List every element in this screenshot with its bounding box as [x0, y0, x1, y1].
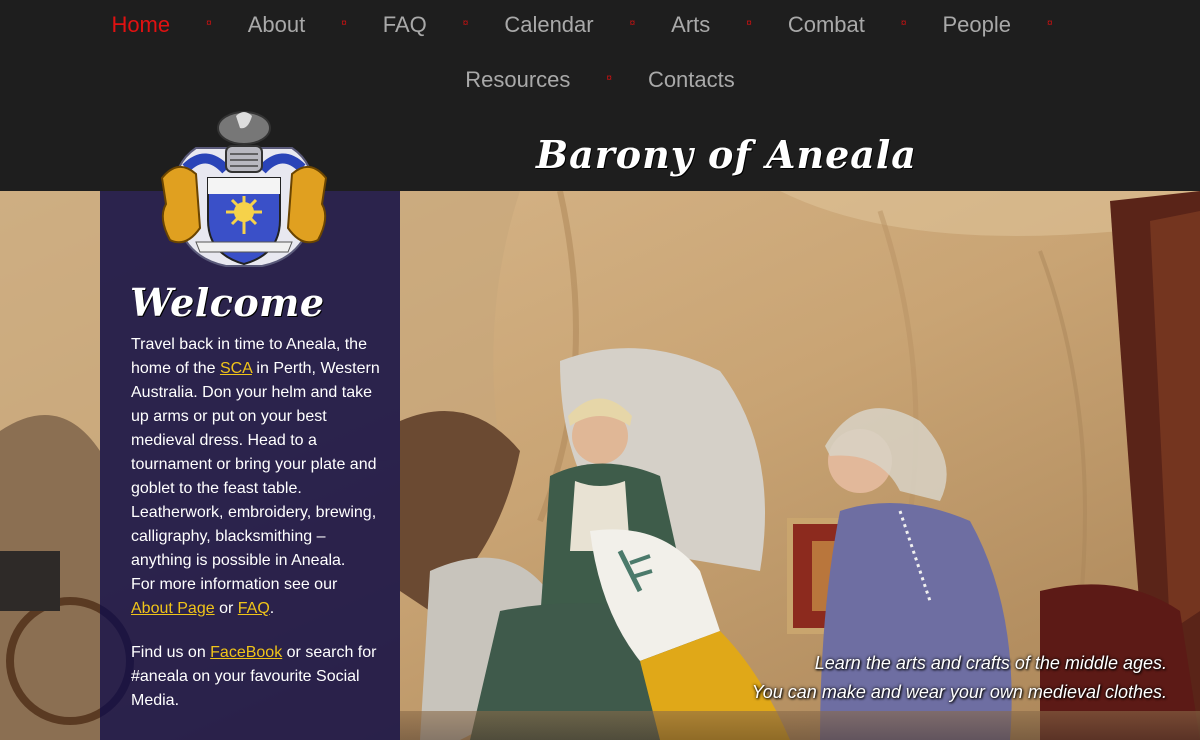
main-nav-row-1: Home ¤ About ¤ FAQ ¤ Calendar ¤ Arts ¤ C… [0, 8, 1200, 42]
main-nav-row-2: Resources ¤ Contacts [0, 63, 1200, 97]
welcome-paragraph-2: For more information see our About Page … [131, 573, 381, 621]
heraldic-crest-icon [160, 111, 328, 267]
welcome-paragraph-1: Travel back in time to Aneala, the home … [131, 333, 381, 573]
nav-separator: ¤ [341, 17, 347, 29]
nav-item-combat[interactable]: Combat [788, 12, 865, 38]
nav-item-arts[interactable]: Arts [671, 12, 710, 38]
welcome-paragraph-3: Find us on FaceBook or search for #aneal… [131, 641, 381, 713]
nav-item-contacts[interactable]: Contacts [648, 67, 735, 93]
nav-item-home[interactable]: Home [111, 12, 170, 38]
faq-link[interactable]: FAQ [238, 600, 270, 617]
nav-item-calendar[interactable]: Calendar [504, 12, 593, 38]
hero-caption-line-2: You can make and wear your own medieval … [751, 682, 1167, 702]
nav-separator: ¤ [1046, 17, 1053, 29]
nav-item-people[interactable]: People [942, 12, 1011, 38]
welcome-heading: Welcome [130, 280, 325, 325]
nav-separator: ¤ [629, 17, 636, 29]
facebook-link[interactable]: FaceBook [210, 644, 282, 661]
welcome-text-segment: . [269, 600, 275, 617]
welcome-text: Travel back in time to Aneala, the home … [131, 333, 381, 713]
nav-separator: ¤ [900, 17, 907, 29]
nav-separator: ¤ [746, 17, 752, 29]
nav-separator: ¤ [606, 72, 612, 84]
welcome-text-segment: For more information see our [131, 576, 338, 593]
nav-item-resources[interactable]: Resources [465, 67, 570, 93]
welcome-text-segment: or [214, 600, 238, 617]
nav-item-about[interactable]: About [248, 12, 306, 38]
welcome-text-segment: Find us on [131, 644, 211, 661]
site-title: Barony of Aneala [536, 132, 917, 177]
hero-caption: Learn the arts and crafts of the middle … [752, 649, 1167, 707]
nav-item-faq[interactable]: FAQ [383, 12, 427, 38]
sca-link[interactable]: SCA [220, 360, 252, 377]
welcome-text-segment: in Perth, Western Australia. Don your he… [131, 360, 380, 569]
hero-caption-line-1: Learn the arts and crafts of the middle … [814, 653, 1167, 673]
about-page-link[interactable]: About Page [131, 600, 215, 617]
nav-separator: ¤ [206, 17, 212, 29]
nav-separator: ¤ [462, 17, 469, 29]
